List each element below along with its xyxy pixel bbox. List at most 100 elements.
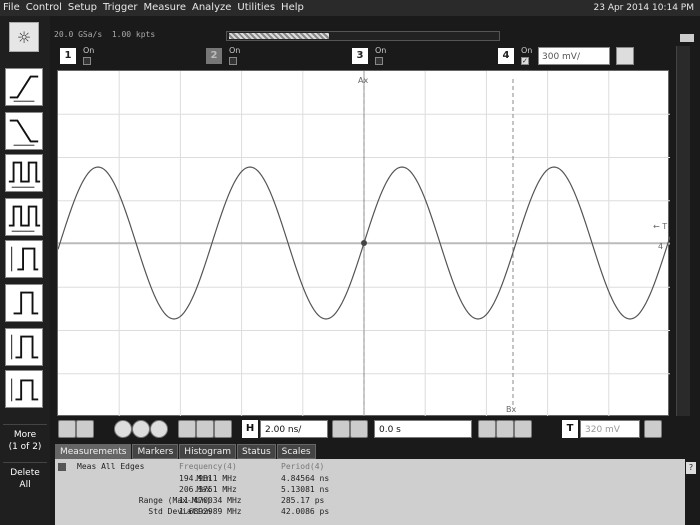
channel-4-button[interactable]: 4	[498, 48, 514, 64]
delete-label: Delete	[10, 468, 40, 478]
trigger-level-spinner[interactable]	[644, 420, 662, 438]
more-page-label: (1 of 2)	[8, 442, 42, 452]
measurements-panel: Meas All Edges Frequency(4) Period(4) Mi…	[55, 459, 685, 525]
help-button[interactable]: ?	[686, 462, 696, 474]
acquisition-bar: 20.0 GSa/s 1.00 kpts	[50, 16, 700, 46]
tab-status[interactable]: Status	[236, 444, 276, 459]
menu-file[interactable]: File	[0, 0, 23, 16]
measure-period-button[interactable]	[5, 154, 43, 192]
channel-1-on-label: On	[83, 46, 95, 55]
peak-to-peak-icon	[11, 246, 39, 272]
scroll-left-button[interactable]	[58, 420, 76, 438]
cursor-mode-button[interactable]	[196, 420, 214, 438]
period-value: 42.0086 ps	[281, 507, 330, 516]
channel-2-button[interactable]: 2	[206, 48, 222, 64]
left-toolbar: ☼ More (1 of 2) Delete All	[0, 16, 50, 525]
frequency-value: 194.9811 MHz	[179, 474, 237, 483]
channel-1-button[interactable]: 1	[60, 48, 76, 64]
more-button[interactable]: More (1 of 2)	[3, 424, 47, 460]
run-button[interactable]	[114, 420, 132, 438]
autoscale-button[interactable]: ☼	[9, 22, 39, 52]
vertical-scale-spinner[interactable]	[616, 47, 634, 65]
tab-scales[interactable]: Scales	[276, 444, 316, 459]
measure-vpp-button[interactable]	[5, 240, 43, 278]
fall-time-icon	[9, 119, 39, 146]
channel-3-on-label: On	[375, 46, 387, 55]
control-bar: H 2.00 ns/ 0.0 s T 320 mV	[50, 416, 700, 443]
graticule-svg: Ax Bx ← T 4	[58, 71, 670, 417]
right-scrollbar[interactable]	[676, 46, 690, 416]
measure-frequency-button[interactable]	[5, 198, 43, 236]
measure-rise-time-button[interactable]	[5, 68, 43, 106]
delay-right-button[interactable]	[514, 420, 532, 438]
tab-measurements[interactable]: Measurements	[55, 444, 132, 459]
menu-analyze[interactable]: Analyze	[189, 0, 234, 16]
memory-bar[interactable]	[226, 31, 500, 41]
measure-amplitude-button[interactable]	[5, 284, 43, 322]
scroll-right-button[interactable]	[76, 420, 94, 438]
menu-control[interactable]: Control	[23, 0, 65, 16]
brightness-button[interactable]	[214, 420, 232, 438]
horizontal-scale-field[interactable]: 2.00 ns/	[260, 420, 328, 438]
horizontal-scale-up-button[interactable]	[350, 420, 368, 438]
menu-setup[interactable]: Setup	[65, 0, 100, 16]
channel-bar: 1 On 2 On 3 On 4 On ✓ 300 mV/	[50, 46, 700, 68]
display-mode-button[interactable]	[178, 420, 196, 438]
more-label: More	[13, 430, 37, 440]
menu-utilities[interactable]: Utilities	[234, 0, 278, 16]
single-button[interactable]	[150, 420, 168, 438]
horizontal-scale-down-button[interactable]	[332, 420, 350, 438]
measure-add-button[interactable]	[5, 370, 43, 408]
oscilloscope-app: File Control Setup Trigger Measure Analy…	[0, 0, 700, 525]
menu-measure[interactable]: Measure	[141, 0, 190, 16]
measure-fall-time-button[interactable]	[5, 112, 43, 150]
channel-3-button[interactable]: 3	[352, 48, 368, 64]
rise-time-icon	[9, 75, 39, 102]
add-measurement-icon	[11, 378, 39, 402]
tab-markers[interactable]: Markers	[132, 444, 179, 459]
trigger-label: T	[562, 420, 578, 438]
top-level-icon	[11, 334, 39, 360]
stop-button[interactable]	[132, 420, 150, 438]
menu-help[interactable]: Help	[278, 0, 307, 16]
all-label: All	[19, 480, 31, 490]
datetime-display: 23 Apr 2014 10:14 PM	[593, 3, 695, 13]
channel-ref-label: 4	[658, 242, 663, 251]
menu-bar: File Control Setup Trigger Measure Analy…	[0, 0, 700, 16]
channel-4-on-label: On	[521, 46, 533, 55]
tab-histogram[interactable]: Histogram	[179, 444, 236, 459]
delay-zero-button[interactable]	[496, 420, 514, 438]
memory-bar-fill	[229, 33, 329, 39]
horizontal-delay-field[interactable]: 0.0 s	[374, 420, 472, 438]
delay-left-button[interactable]	[478, 420, 496, 438]
frequency-icon	[8, 205, 41, 232]
sample-rate: 20.0 GSa/s	[54, 30, 103, 39]
vertical-scale-field[interactable]: 300 mV/	[538, 47, 610, 65]
menu-trigger[interactable]: Trigger	[100, 0, 141, 16]
delete-all-button[interactable]: Delete All	[3, 462, 47, 498]
channel-2-on-label: On	[229, 46, 241, 55]
bottom-tabs: Measurements Markers Histogram Status Sc…	[55, 444, 317, 459]
measurement-title: Meas All Edges	[77, 462, 145, 471]
autoscale-icon: ☼	[16, 27, 32, 47]
channel-3-checkbox[interactable]	[375, 57, 383, 65]
channel-2-checkbox[interactable]	[229, 57, 237, 65]
marker-bx-label: Bx	[506, 405, 516, 414]
period-value: 4.84564 ns	[281, 474, 330, 483]
period-icon	[8, 161, 41, 188]
marker-ax-label: Ax	[358, 76, 368, 85]
measure-top-button[interactable]	[5, 328, 43, 366]
channel-4-checkbox[interactable]: ✓	[521, 57, 529, 65]
acquisition-info: 20.0 GSa/s 1.00 kpts	[54, 30, 155, 39]
measurement-row: Max 206.3751 MHz 5.13081 ns	[55, 484, 685, 495]
waveform-display[interactable]: Ax Bx ← T 4	[57, 70, 670, 417]
amplitude-icon	[13, 291, 39, 315]
period-value: 5.13081 ns	[281, 485, 330, 494]
horizontal-label: H	[242, 420, 258, 438]
channel-1-checkbox[interactable]	[83, 57, 91, 65]
measurement-header-row: Meas All Edges Frequency(4) Period(4)	[55, 461, 685, 472]
measurement-row: Std Deviation 1.6892989 MHz 42.0086 ps	[55, 506, 685, 517]
trigger-level-field[interactable]: 320 mV	[580, 420, 640, 438]
frequency-column-header: Frequency(4)	[179, 462, 237, 471]
minimize-button[interactable]	[680, 34, 694, 42]
